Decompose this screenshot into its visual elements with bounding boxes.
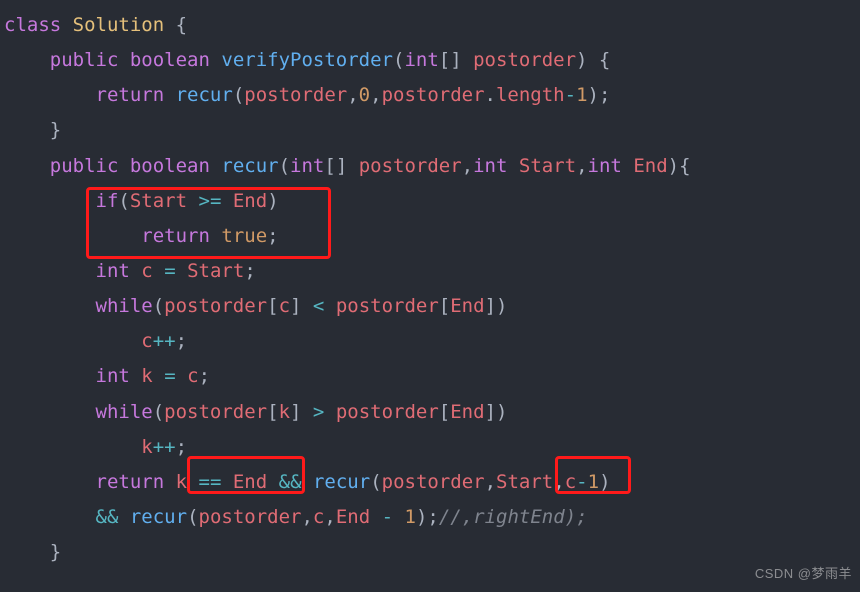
prop-length: length: [496, 84, 565, 106]
var-k-2: k: [176, 471, 187, 493]
num-0: 0: [359, 84, 370, 106]
fn-verify: verifyPostorder: [221, 49, 393, 71]
kw-while: while: [96, 295, 153, 317]
kw-if: if: [96, 190, 119, 212]
fn-recur-call-3: recur: [130, 506, 187, 528]
var-end-2: End: [450, 295, 484, 317]
arg-postorder-3: postorder: [382, 471, 485, 493]
num-1-2: 1: [588, 471, 599, 493]
fn-recur-def: recur: [221, 155, 278, 177]
kw-boolean: boolean: [130, 49, 210, 71]
class-name: Solution: [73, 14, 165, 36]
param-postorder: postorder: [473, 49, 576, 71]
var-c-3: c: [565, 471, 576, 493]
kw-while-2: while: [96, 401, 153, 423]
param-start: Start: [519, 155, 576, 177]
var-start: Start: [130, 190, 187, 212]
kw-true: true: [221, 225, 267, 247]
var-c-decl: c: [141, 260, 152, 282]
arg-postorder: postorder: [244, 84, 347, 106]
kw-int-2: int: [473, 155, 507, 177]
var-k-inc: k: [141, 436, 152, 458]
code-block: class Solution { public boolean verifyPo…: [0, 0, 860, 578]
kw-return: return: [96, 84, 165, 106]
kw-class: class: [4, 14, 61, 36]
var-c-4: c: [313, 506, 324, 528]
var-c: c: [279, 295, 290, 317]
var-end: End: [233, 190, 267, 212]
kw-public: public: [50, 49, 119, 71]
var-postorder-6: postorder: [336, 401, 439, 423]
param-postorder-2: postorder: [359, 155, 462, 177]
kw-int-arr-2: int: [290, 155, 324, 177]
arg-start: Start: [496, 471, 553, 493]
kw-int-4: int: [96, 260, 130, 282]
fn-recur-call-2: recur: [313, 471, 370, 493]
kw-return-3: return: [96, 471, 165, 493]
var-end-5: End: [336, 506, 370, 528]
kw-public-2: public: [50, 155, 119, 177]
kw-return-2: return: [141, 225, 210, 247]
var-k: k: [279, 401, 290, 423]
var-end-3: End: [450, 401, 484, 423]
kw-int-5: int: [96, 365, 130, 387]
var-postorder-3: postorder: [164, 295, 267, 317]
var-postorder-5: postorder: [164, 401, 267, 423]
num-1: 1: [576, 84, 587, 106]
param-end: End: [633, 155, 667, 177]
kw-boolean-2: boolean: [130, 155, 210, 177]
var-c-inc: c: [141, 330, 152, 352]
var-end-4: End: [233, 471, 267, 493]
var-start-2: Start: [187, 260, 244, 282]
arg-postorder-4: postorder: [199, 506, 302, 528]
kw-int-3: int: [588, 155, 622, 177]
arg-postorder-2: postorder: [382, 84, 485, 106]
var-c-2: c: [187, 365, 198, 387]
comment: //,rightEnd);: [439, 506, 588, 528]
var-k-decl: k: [141, 365, 152, 387]
watermark: CSDN @梦雨羊: [755, 562, 852, 586]
var-postorder-4: postorder: [336, 295, 439, 317]
kw-int-arr: int: [404, 49, 438, 71]
fn-recur-call: recur: [176, 84, 233, 106]
num-1-3: 1: [405, 506, 416, 528]
